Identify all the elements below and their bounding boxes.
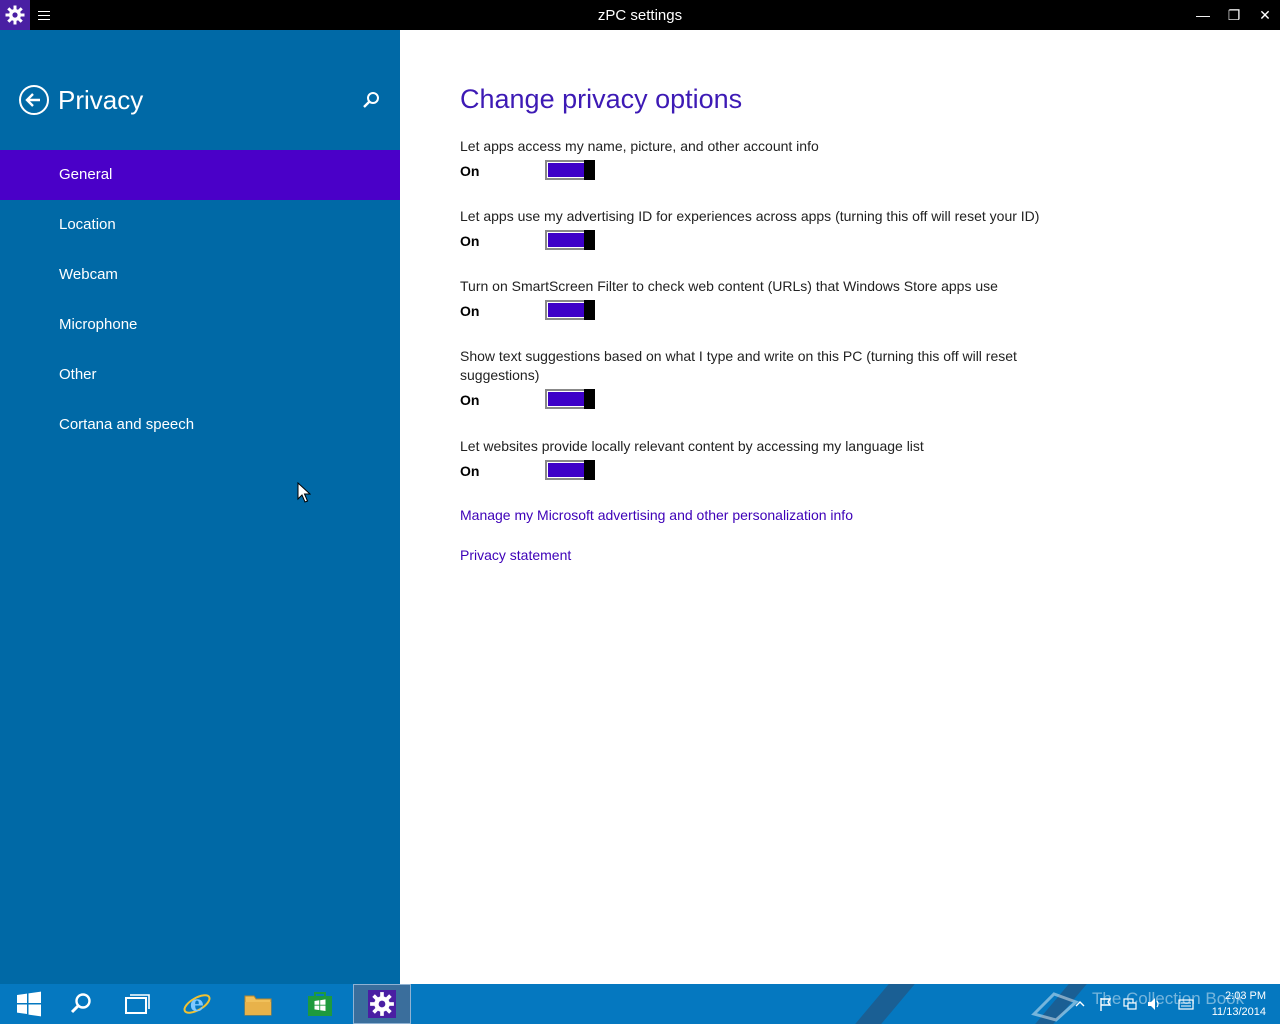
folder-icon bbox=[244, 995, 272, 1016]
file-explorer-button[interactable] bbox=[229, 984, 287, 1024]
network-icon[interactable] bbox=[1122, 996, 1138, 1012]
settings-taskbar-button[interactable] bbox=[353, 984, 411, 1024]
taskbar: e The Collection Book 2:03 PM 11/13/2014 bbox=[0, 984, 1280, 1024]
privacy-statement-link[interactable]: Privacy statement bbox=[460, 547, 571, 563]
sidebar-item-cortana-and-speech[interactable]: Cortana and speech bbox=[0, 400, 400, 450]
setting-advertising-id: Let apps use my advertising ID for exper… bbox=[460, 207, 1060, 254]
internet-explorer-button[interactable]: e bbox=[168, 984, 226, 1024]
taskbar-decoration bbox=[855, 984, 915, 1024]
search-icon[interactable] bbox=[360, 90, 382, 112]
clock-date: 11/13/2014 bbox=[1211, 1006, 1266, 1018]
sidebar-item-microphone[interactable]: Microphone bbox=[0, 300, 400, 350]
search-icon bbox=[70, 993, 91, 1014]
title-bar: zPC settings — ❐ ✕ bbox=[0, 0, 1280, 30]
sidebar-item-general[interactable]: General bbox=[0, 150, 400, 200]
task-view-icon bbox=[125, 994, 150, 1014]
window-title: zPC settings bbox=[597, 7, 683, 24]
task-view-button[interactable] bbox=[108, 984, 166, 1024]
sidebar-item-webcam[interactable]: Webcam bbox=[0, 250, 400, 300]
setting-language-list: Let websites provide locally relevant co… bbox=[460, 437, 1060, 484]
action-center-flag-icon[interactable] bbox=[1098, 996, 1114, 1012]
setting-text-suggestions: Show text suggestions based on what I ty… bbox=[460, 347, 1040, 413]
advertising-id-toggle[interactable] bbox=[545, 230, 595, 250]
setting-label: Let websites provide locally relevant co… bbox=[460, 438, 924, 454]
sidebar-item-location[interactable]: Location bbox=[0, 200, 400, 250]
language-list-toggle[interactable] bbox=[545, 460, 595, 480]
setting-label: Let apps access my name, picture, and ot… bbox=[460, 138, 819, 154]
sidebar: Privacy General Location Webcam Micropho… bbox=[0, 30, 400, 984]
settings-gear-icon bbox=[368, 990, 396, 1018]
keyboard-icon[interactable] bbox=[1178, 996, 1194, 1012]
internet-explorer-icon: e bbox=[183, 991, 211, 1017]
toggle-state-label: On bbox=[460, 163, 480, 179]
account-info-toggle[interactable] bbox=[545, 160, 595, 180]
close-button[interactable]: ✕ bbox=[1249, 0, 1280, 30]
clock-time: 2:03 PM bbox=[1225, 990, 1266, 1002]
system-clock[interactable]: 2:03 PM 11/13/2014 bbox=[1212, 988, 1266, 1020]
toggle-state-label: On bbox=[460, 463, 480, 479]
setting-account-info: Let apps access my name, picture, and ot… bbox=[460, 137, 1060, 184]
toggle-state-label: On bbox=[460, 392, 480, 408]
volume-icon[interactable] bbox=[1146, 996, 1162, 1012]
restore-button[interactable]: ❐ bbox=[1218, 0, 1250, 30]
text-suggestions-toggle[interactable] bbox=[545, 389, 595, 409]
setting-smartscreen: Turn on SmartScreen Filter to check web … bbox=[460, 277, 1060, 324]
setting-label: Let apps use my advertising ID for exper… bbox=[460, 208, 1040, 224]
start-button[interactable] bbox=[0, 984, 58, 1024]
setting-label: Show text suggestions based on what I ty… bbox=[460, 348, 1017, 383]
windows-logo-icon bbox=[17, 991, 41, 1017]
sidebar-nav: General Location Webcam Microphone Other… bbox=[0, 150, 400, 450]
taskbar-search-button[interactable] bbox=[52, 984, 110, 1024]
store-icon bbox=[308, 992, 332, 1016]
sidebar-title: Privacy bbox=[58, 85, 144, 115]
manage-advertising-link[interactable]: Manage my Microsoft advertising and othe… bbox=[460, 507, 853, 523]
smartscreen-toggle[interactable] bbox=[545, 300, 595, 320]
mouse-cursor-icon bbox=[297, 481, 312, 504]
setting-label: Turn on SmartScreen Filter to check web … bbox=[460, 278, 998, 294]
toggle-state-label: On bbox=[460, 303, 480, 319]
back-arrow-icon[interactable] bbox=[18, 84, 50, 116]
svg-text:e: e bbox=[190, 991, 204, 1017]
show-hidden-icons-chevron-icon[interactable] bbox=[1072, 996, 1088, 1012]
toggle-state-label: On bbox=[460, 233, 480, 249]
minimize-button[interactable]: — bbox=[1187, 0, 1219, 30]
store-button[interactable] bbox=[291, 984, 349, 1024]
sidebar-item-other[interactable]: Other bbox=[0, 350, 400, 400]
page-title: Change privacy options bbox=[460, 84, 743, 114]
